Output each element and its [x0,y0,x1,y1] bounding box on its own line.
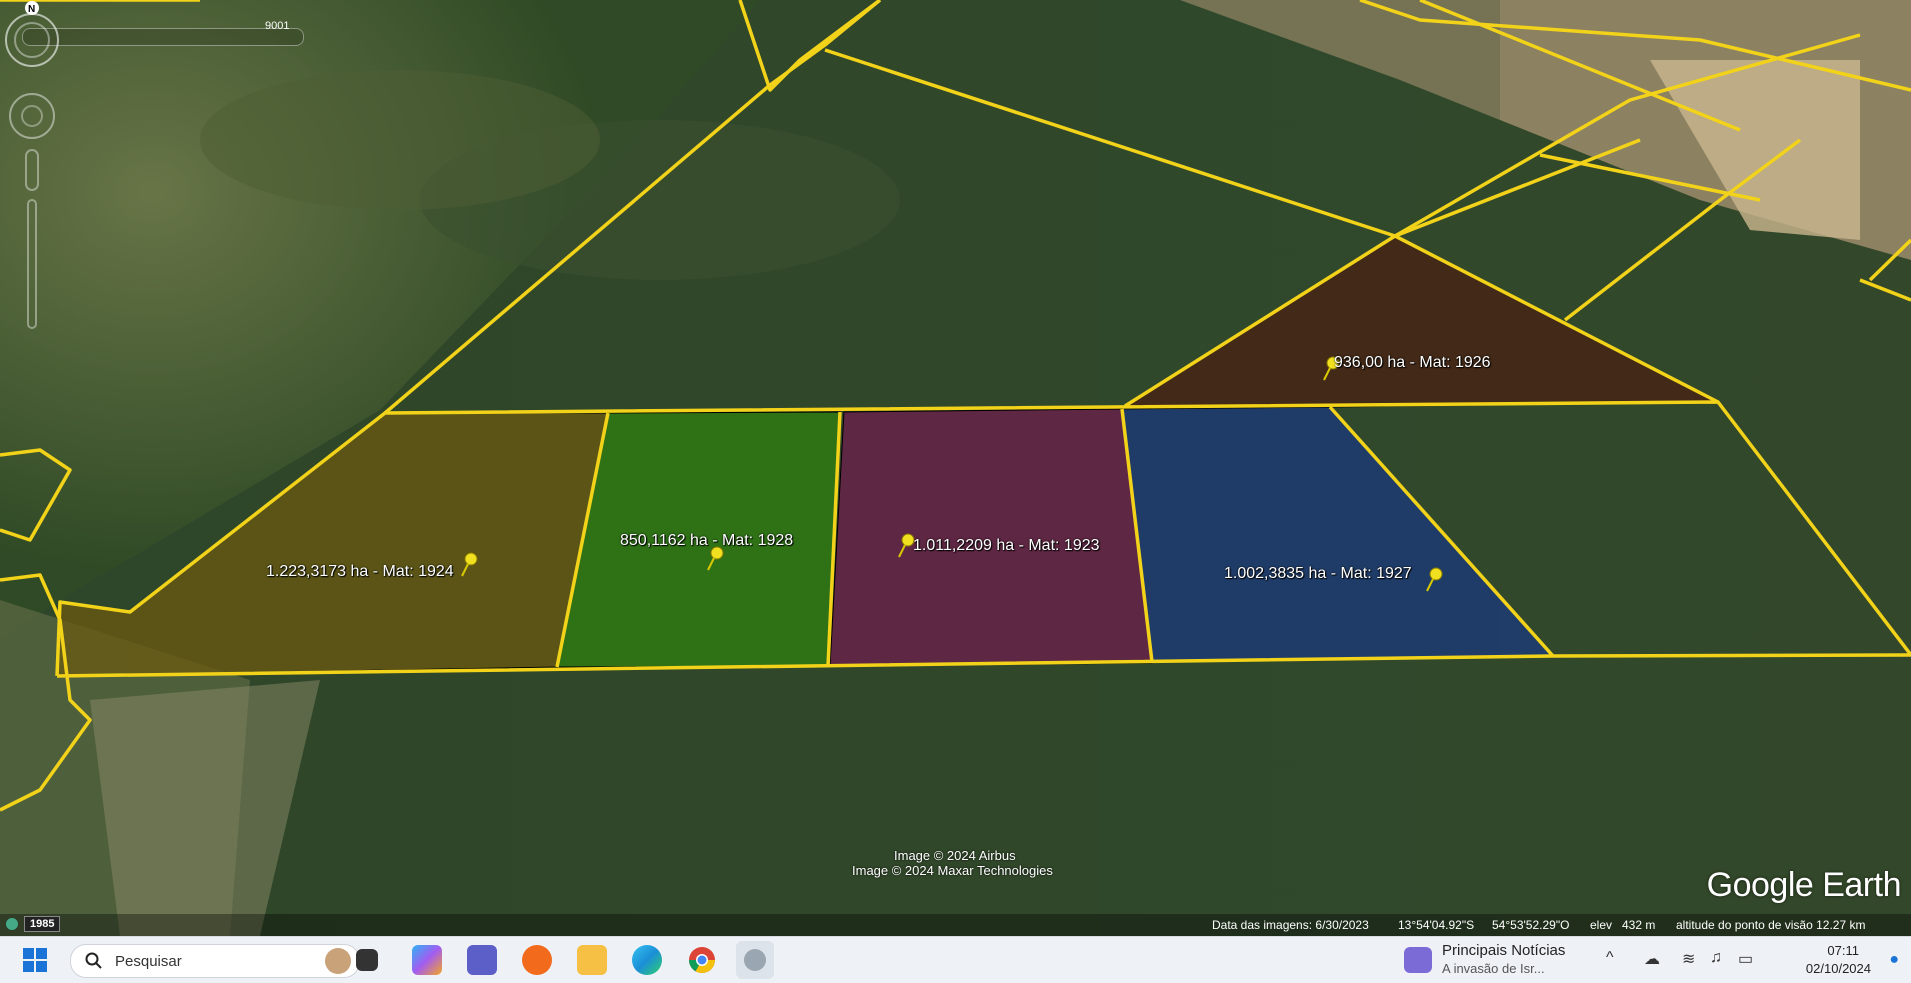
parcel-label-1928: 850,1162 ha - Mat: 1928 [620,532,794,549]
status-bar: Data das imagens: 6/30/2023 13°54'04.92"… [0,914,1911,936]
notification-bell-icon[interactable]: ● [1889,951,1899,969]
google-earth-pro-icon[interactable] [736,941,774,979]
time-slider-value: 9001 [265,20,290,32]
parcel-label-1927: 1.002,3835 ha - Mat: 1927 [1224,565,1412,582]
zoom-slider [27,199,37,329]
historical-imagery-icon[interactable] [6,918,18,930]
elevation: 432 m [1622,918,1656,932]
clock-date[interactable]: 02/10/2024 [1806,961,1871,976]
battery-icon[interactable]: ▭ [1738,949,1753,969]
satellite-map-view[interactable]: 1.223,3173 ha - Mat: 1924 850,1162 ha - … [0,0,1911,936]
search-highlight-icon [325,948,351,974]
news-subtitle[interactable]: A invasão de Isr... [1442,961,1545,976]
search-icon [85,952,102,969]
wifi-icon[interactable]: ≋ [1682,949,1695,969]
property-boundaries [0,0,1911,812]
app-orange-icon[interactable] [522,945,552,975]
search-placeholder: Pesquisar [115,953,182,970]
imagery-date: Data das imagens: 6/30/2023 [1212,918,1369,932]
edge-icon[interactable] [632,945,662,975]
news-widget-icon[interactable] [1404,947,1432,973]
time-slider[interactable] [22,28,304,46]
imagery-credit-maxar: Image © 2024 Maxar Technologies [852,863,1053,878]
look-joystick-icon [9,93,55,139]
pushpin-icon[interactable] [1423,567,1445,593]
parcel-label-1926: 936,00 ha - Mat: 1926 [1334,354,1491,371]
eye-altitude: altitude do ponto de visão 12.27 km [1676,918,1866,932]
chevron-up-icon[interactable]: ^ [1606,949,1614,967]
parcel-overlay [0,0,1911,812]
elevation-label: elev [1590,918,1613,932]
svg-text:N: N [28,4,35,15]
longitude: 54°53'52.29"O [1492,918,1570,932]
latitude: 13°54'04.92"S [1398,918,1475,932]
task-view-icon[interactable] [356,949,378,971]
compass-ring-icon [5,13,59,67]
parcel-label-1924: 1.223,3173 ha - Mat: 1924 [266,563,454,580]
cloud-off-icon[interactable]: ☁ [1644,949,1660,969]
move-control-icon [25,149,39,191]
imagery-credit-airbus: Image © 2024 Airbus [894,848,1016,863]
parcel-label-1923: 1.011,2209 ha - Mat: 1923 [913,537,1100,554]
windows-start-icon[interactable] [20,945,50,975]
news-title[interactable]: Principais Notícias [1442,942,1565,959]
windows-taskbar: Pesquisar Principais Notícias A invasão … [0,936,1911,983]
volume-icon[interactable]: ♫ [1710,949,1722,967]
taskbar-search-box[interactable]: Pesquisar [70,944,360,978]
historical-imagery-year[interactable]: 1985 [24,916,61,932]
parcel-1927[interactable] [1121,406,1555,663]
copilot-icon[interactable] [412,945,442,975]
clock-time[interactable]: 07:11 [1827,943,1859,958]
parcel-1926[interactable] [1123,235,1719,407]
chrome-icon[interactable] [687,945,717,975]
file-explorer-icon[interactable] [577,945,607,975]
pushpin-icon[interactable] [458,552,480,578]
teams-icon[interactable] [467,945,497,975]
google-earth-logo: Google Earth [1706,866,1902,904]
navigation-controls[interactable]: N [0,0,60,340]
